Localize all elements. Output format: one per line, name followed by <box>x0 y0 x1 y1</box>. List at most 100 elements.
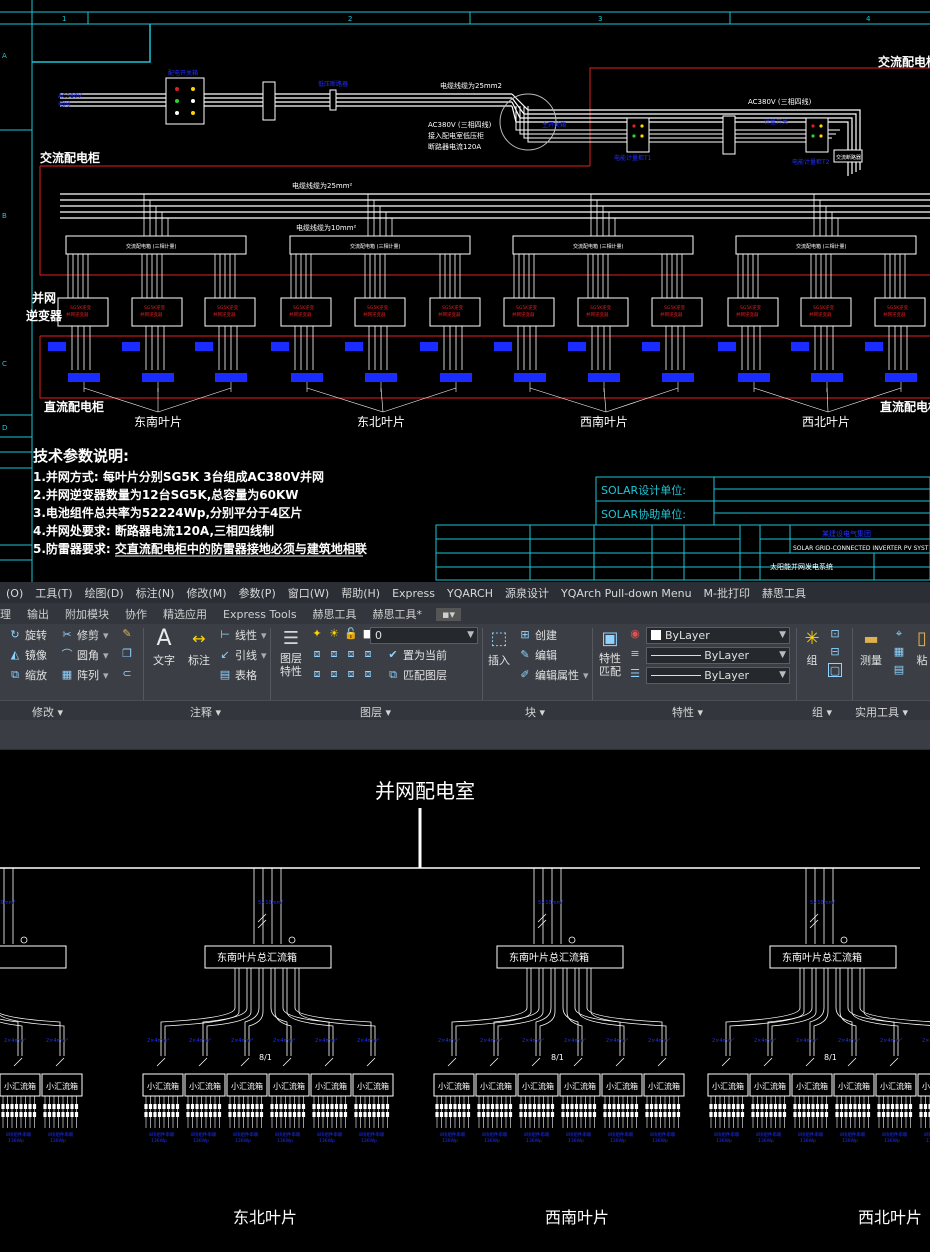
switch-box-2[interactable] <box>722 115 736 155</box>
dc-breaker[interactable] <box>568 342 586 351</box>
inverter-box[interactable] <box>280 297 332 327</box>
menu-item[interactable]: (O) <box>0 584 29 600</box>
group-tools[interactable]: ⊡ ⊟ ▢ <box>828 627 845 677</box>
dc-combiner[interactable] <box>142 373 174 382</box>
layer-dropdown[interactable]: 0 ▼ <box>370 627 478 644</box>
dc-combiner[interactable] <box>215 373 247 382</box>
tab-hesi[interactable]: 赫思工具 <box>305 603 365 622</box>
dc-combiner[interactable] <box>885 373 917 382</box>
layer-tools-row-2[interactable]: ⧈ ⧈ ⧈ ⧈ <box>310 667 378 681</box>
edit-attribute-tool[interactable]: ✐ 编辑属性 ▾ <box>518 667 588 683</box>
table-tool[interactable]: ▤ 表格 <box>218 667 257 683</box>
panel-group[interactable]: 组 ▾ <box>812 704 832 720</box>
menu-item-yuanquan[interactable]: 源泉设计 <box>499 582 555 601</box>
tab-overflow[interactable]: ▪▾ <box>436 608 462 621</box>
menu-item-modify[interactable]: 修改(M) <box>180 582 232 601</box>
dc-combiner[interactable] <box>514 373 546 382</box>
text-tool[interactable]: A 文字 <box>150 626 178 668</box>
dc-combiner[interactable] <box>440 373 472 382</box>
match-layer-tool[interactable]: ⧉ 匹配图层 <box>386 667 447 683</box>
inverter-box[interactable] <box>57 297 109 327</box>
inverter-box[interactable] <box>800 297 852 327</box>
menu-item-batch-print[interactable]: M-批打印 <box>698 582 756 601</box>
switch-box[interactable] <box>262 81 276 121</box>
inverter-box[interactable] <box>874 297 926 327</box>
dc-combiner[interactable] <box>662 373 694 382</box>
inverter-box[interactable] <box>204 297 256 327</box>
schematic-canvas-top[interactable]: 1 2 3 4 A B C D 配电开关箱 低压断路器 AC380V 电网 电缆… <box>0 0 930 582</box>
cad-drawing-bottom[interactable]: 并网配电室 5×10mm²流箱2×4mm²小汇流箱8块组件串联136Wp2×4m… <box>0 750 930 1252</box>
menu-item-yqarch[interactable]: YQARCH <box>441 584 499 600</box>
offset-tool[interactable]: ⊂ <box>120 667 137 681</box>
dc-breaker[interactable] <box>791 342 809 351</box>
inverter-box[interactable] <box>577 297 629 327</box>
main-combiner-box[interactable] <box>0 945 67 969</box>
inverter-box[interactable] <box>727 297 779 327</box>
dc-breaker[interactable] <box>718 342 736 351</box>
dimension-tool[interactable]: ↔ 标注 <box>184 626 214 668</box>
dc-combiner[interactable] <box>68 373 100 382</box>
inverter-box[interactable] <box>131 297 183 327</box>
dc-breaker[interactable] <box>122 342 140 351</box>
measure-tool[interactable]: ▬ 测量 <box>856 626 886 668</box>
tab-addins[interactable]: 附加模块 <box>57 603 117 622</box>
menu-item-yqarch-pulldown[interactable]: YQArch Pull-down Menu <box>555 584 698 600</box>
dc-combiner[interactable] <box>811 373 843 382</box>
leader-tool[interactable]: ↙ 引线 ▾ <box>218 647 266 663</box>
breaker[interactable] <box>329 89 337 111</box>
layer-properties-tool[interactable]: ☰ 图层特性 <box>276 626 306 678</box>
inverter-box[interactable] <box>503 297 555 327</box>
paste-tool[interactable]: ▯ 粘 <box>912 626 930 668</box>
menu-item-hesi[interactable]: 赫思工具 <box>756 582 812 601</box>
layer-tools-row[interactable]: ⧈ ⧈ ⧈ ⧈ <box>310 647 378 661</box>
fillet-tool[interactable]: ⌒ 圆角 ▾ <box>60 647 109 663</box>
panel-annotate[interactable]: 注释 ▾ <box>190 704 221 720</box>
set-current-tool[interactable]: ✔ 置为当前 <box>386 647 447 663</box>
insert-tool[interactable]: ⬚ 插入 <box>486 626 512 668</box>
dc-breaker[interactable] <box>865 342 883 351</box>
group-tool[interactable]: ✳ 组 <box>800 626 824 668</box>
menu-item-express[interactable]: Express <box>386 584 441 600</box>
dc-combiner[interactable] <box>738 373 770 382</box>
menu-item-tools[interactable]: 工具(T) <box>29 582 78 601</box>
edit-block-tool[interactable]: ✎ 编辑 <box>518 647 557 663</box>
dc-breaker[interactable] <box>345 342 363 351</box>
dc-breaker[interactable] <box>271 342 289 351</box>
panel-layer[interactable]: 图层 ▾ <box>360 704 391 720</box>
dc-breaker[interactable] <box>420 342 438 351</box>
tab-collaborate[interactable]: 协作 <box>117 603 155 622</box>
menu-item-draw[interactable]: 绘图(D) <box>79 582 130 601</box>
dc-combiner[interactable] <box>365 373 397 382</box>
pencil-tool[interactable]: ✎ <box>120 627 137 641</box>
linetype-dropdown[interactable]: ByLayer ▼ <box>646 647 790 664</box>
dc-breaker[interactable] <box>195 342 213 351</box>
schematic-canvas-bottom[interactable]: 并网配电室 5×10mm²流箱2×4mm²小汇流箱8块组件串联136Wp2×4m… <box>0 750 930 1252</box>
array-tool[interactable]: ▦ 阵列 ▾ <box>60 667 109 683</box>
cad-drawing-top[interactable]: 1 2 3 4 A B C D 配电开关箱 低压断路器 AC380V 电网 电缆… <box>0 0 930 582</box>
menu-item-dimension[interactable]: 标注(N) <box>130 582 181 601</box>
match-properties-tool[interactable]: ▣ 特性匹配 <box>596 626 624 678</box>
dc-combiner[interactable] <box>291 373 323 382</box>
inverter-box[interactable] <box>354 297 406 327</box>
dc-combiner[interactable] <box>588 373 620 382</box>
lineweight-dropdown[interactable]: ByLayer ▼ <box>646 667 790 684</box>
dc-breaker[interactable] <box>48 342 66 351</box>
tab-manage[interactable]: 理 <box>0 603 19 622</box>
menu-item-params[interactable]: 参数(P) <box>233 582 282 601</box>
tab-express-tools[interactable]: Express Tools <box>215 605 305 621</box>
mirror-tool[interactable]: ◭ 镜像 <box>8 647 47 663</box>
panel-modify[interactable]: 修改 ▾ <box>32 704 63 720</box>
tab-featured[interactable]: 精选应用 <box>155 603 215 622</box>
rotate-tool[interactable]: ↻ 旋转 <box>8 627 47 643</box>
trim-tool[interactable]: ✂ 修剪 ▾ <box>60 627 108 643</box>
panel-properties[interactable]: 特性 ▾ <box>672 704 703 720</box>
inverter-box[interactable] <box>651 297 703 327</box>
dc-breaker[interactable] <box>494 342 512 351</box>
tab-hesi-star[interactable]: 赫思工具* <box>365 603 431 622</box>
copy-tool[interactable]: ❐ <box>120 647 137 661</box>
dc-breaker[interactable] <box>642 342 660 351</box>
scale-tool[interactable]: ⧉ 缩放 <box>8 667 47 683</box>
panel-block[interactable]: 块 ▾ <box>525 704 545 720</box>
create-block-tool[interactable]: ⊞ 创建 <box>518 627 557 643</box>
menu-item-window[interactable]: 窗口(W) <box>282 582 335 601</box>
